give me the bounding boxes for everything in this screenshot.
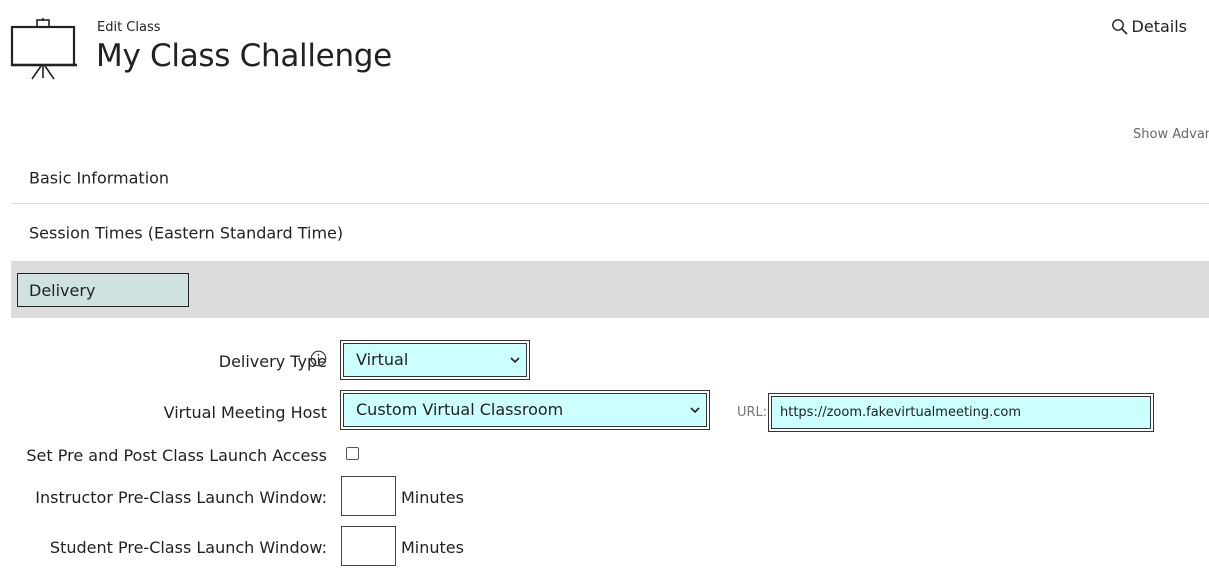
section-basic-label: Basic Information [29, 168, 170, 187]
student-window-input[interactable] [341, 526, 396, 566]
student-minutes-label: Minutes [401, 538, 464, 557]
launch-access-label: Set Pre and Post Class Launch Access [26, 446, 327, 465]
search-icon [1111, 18, 1128, 35]
launch-access-checkbox[interactable] [346, 447, 359, 460]
delivery-type-value: Virtual [356, 350, 409, 369]
instructor-minutes-label: Minutes [401, 488, 464, 507]
details-link[interactable]: Details [1111, 17, 1187, 36]
instructor-window-label: Instructor Pre-Class Launch Window: [35, 488, 327, 507]
delivery-type-select[interactable]: Virtual [343, 343, 527, 377]
page-subtitle: Edit Class [97, 20, 161, 35]
url-field-frame [768, 393, 1154, 432]
section-delivery-bar: Delivery [11, 261, 1209, 318]
meeting-host-select-frame: Custom Virtual Classroom [340, 390, 710, 430]
instructor-window-input[interactable] [341, 476, 396, 516]
details-label: Details [1131, 17, 1187, 36]
delivery-type-select-frame: Virtual [340, 340, 530, 380]
meeting-host-select[interactable]: Custom Virtual Classroom [343, 393, 707, 427]
chevron-down-icon [690, 407, 700, 414]
section-session-label: Session Times (Eastern Standard Time) [29, 223, 344, 243]
tab-delivery[interactable]: Delivery [17, 273, 189, 307]
url-input[interactable] [771, 396, 1151, 429]
info-icon[interactable] [310, 350, 327, 371]
show-advanced-link[interactable]: Show Advan [1133, 127, 1209, 142]
section-session-times[interactable]: Session Times (Eastern Standard Time) [11, 205, 1209, 261]
section-basic-information[interactable]: Basic Information [11, 152, 1209, 204]
student-window-label: Student Pre-Class Launch Window: [49, 538, 327, 557]
url-label: URL: [737, 405, 768, 420]
chevron-down-icon [510, 357, 520, 364]
meeting-host-label: Virtual Meeting Host [163, 403, 327, 422]
presentation-board-icon [10, 18, 78, 80]
meeting-host-value: Custom Virtual Classroom [356, 400, 564, 419]
page-title: My Class Challenge [96, 38, 392, 74]
